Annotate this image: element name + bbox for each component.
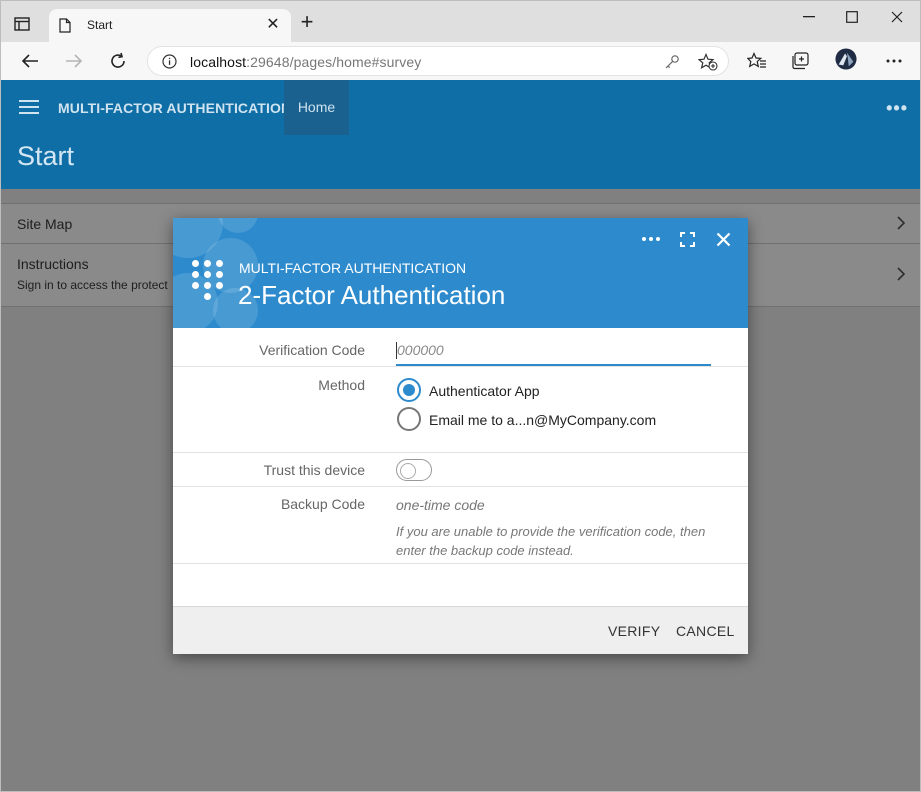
menu-icon[interactable]	[19, 100, 39, 116]
browser-toolbar: localhost:29648/pages/home#survey	[0, 42, 921, 80]
back-icon[interactable]	[19, 51, 41, 71]
trust-device-toggle[interactable]	[396, 459, 432, 481]
tab-actions-icon[interactable]	[11, 13, 33, 35]
method-label: Method	[318, 377, 365, 393]
method-authenticator-radio[interactable]	[397, 378, 421, 402]
maximize-icon[interactable]	[840, 7, 864, 27]
keypad-icon	[192, 260, 226, 306]
browser-menu-icon[interactable]	[883, 51, 905, 71]
verification-code-label: Verification Code	[259, 342, 365, 358]
nav-home[interactable]: Home	[284, 80, 349, 135]
list-item-label: Site Map	[17, 216, 73, 232]
collections-icon[interactable]	[790, 51, 812, 71]
dialog-title: 2-Factor Authentication	[238, 280, 506, 310]
key-icon[interactable]	[664, 54, 680, 75]
method-authenticator-label[interactable]: Authenticator App	[429, 383, 540, 399]
minimize-icon[interactable]	[797, 7, 821, 27]
method-email-label[interactable]: Email me to a...n@MyCompany.com	[429, 412, 656, 428]
page-icon	[59, 18, 71, 38]
list-item-description: Sign in to access the protect	[17, 278, 168, 292]
dialog-subtitle: MULTI-FACTOR AUTHENTICATION	[239, 260, 467, 276]
chevron-right-icon	[896, 266, 906, 287]
browser-tab-bar: Start ✕ +	[0, 0, 921, 43]
backup-code-input[interactable]: one-time code	[396, 497, 485, 513]
backup-code-label: Backup Code	[280, 496, 365, 512]
url-path: :29648/pages/home#survey	[246, 54, 422, 70]
backup-code-row: Backup Code one-time code If you are una…	[173, 487, 748, 564]
forward-icon[interactable]	[63, 51, 85, 71]
method-row: Method Authenticator App Email me to a..…	[173, 367, 748, 453]
tab-title: Start	[87, 18, 113, 32]
tab-close-icon[interactable]: ✕	[263, 15, 283, 35]
verification-code-input[interactable]: 000000	[396, 339, 711, 366]
fullscreen-icon[interactable]	[676, 228, 698, 250]
dialog-close-icon[interactable]	[712, 228, 734, 250]
list-item-label: Instructions	[17, 256, 89, 272]
cancel-button[interactable]: CANCEL	[676, 623, 735, 639]
app-brand[interactable]: MULTI-FACTOR AUTHENTICATION	[58, 100, 291, 116]
dialog-footer: VERIFY CANCEL	[173, 606, 748, 654]
add-favorite-icon[interactable]	[697, 52, 718, 76]
site-info-icon[interactable]	[162, 54, 177, 74]
url-host: localhost	[190, 54, 247, 70]
window-close-icon[interactable]	[885, 7, 909, 27]
favorites-icon[interactable]	[746, 51, 768, 71]
new-tab-button[interactable]: +	[297, 11, 317, 33]
page-title: Start	[17, 141, 75, 171]
verification-code-row: Verification Code 000000	[173, 328, 748, 367]
header-decoration	[218, 218, 258, 233]
backup-code-hint: If you are unable to provide the verific…	[396, 524, 706, 558]
chevron-right-icon	[896, 215, 906, 236]
method-email-radio[interactable]	[397, 407, 421, 431]
verify-button[interactable]: VERIFY	[608, 623, 660, 639]
dialog-header: MULTI-FACTOR AUTHENTICATION 2-Factor Aut…	[173, 218, 748, 328]
url-text[interactable]: localhost:29648/pages/home#survey	[190, 54, 421, 70]
app-more-icon[interactable]: •••	[886, 98, 908, 119]
refresh-icon[interactable]	[107, 51, 129, 71]
trust-device-row: Trust this device	[173, 453, 748, 487]
app-bar: MULTI-FACTOR AUTHENTICATION Home ••• Sta…	[0, 80, 921, 189]
browser-tab[interactable]: Start ✕	[49, 9, 291, 43]
trust-device-label: Trust this device	[263, 462, 365, 478]
profile-avatar[interactable]	[835, 48, 857, 70]
address-bar[interactable]: localhost:29648/pages/home#survey	[147, 46, 729, 76]
mfa-dialog: MULTI-FACTOR AUTHENTICATION 2-Factor Aut…	[173, 218, 748, 654]
verification-code-placeholder: 000000	[397, 342, 444, 358]
dialog-more-icon[interactable]	[640, 228, 662, 250]
